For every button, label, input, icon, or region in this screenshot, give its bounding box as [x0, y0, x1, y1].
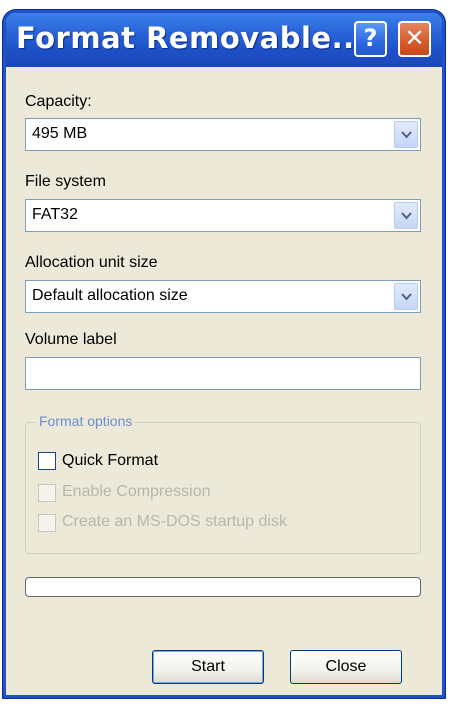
format-progress-bar: [25, 577, 421, 597]
volume-label-caption: Volume label: [25, 331, 117, 348]
capacity-label: Capacity:: [25, 93, 92, 110]
enable-compression-label: Enable Compression: [62, 483, 211, 500]
chevron-down-icon: [401, 131, 412, 139]
allocation-unit-label: Allocation unit size: [25, 254, 158, 271]
capacity-value: 495 MB: [32, 125, 88, 142]
start-button[interactable]: Start: [152, 650, 264, 684]
allocation-unit-value: Default allocation size: [32, 287, 188, 304]
help-button[interactable]: ?: [354, 21, 387, 57]
capacity-select[interactable]: 495 MB: [25, 118, 421, 151]
window-title: Format Removable...: [16, 21, 367, 55]
file-system-label: File system: [25, 173, 106, 190]
window-close-button[interactable]: ✕: [398, 21, 431, 57]
file-system-dropdown-button[interactable]: [394, 202, 418, 229]
capacity-dropdown-button[interactable]: [394, 121, 418, 148]
ms-dos-startup-disk-checkbox[interactable]: [38, 514, 56, 532]
help-icon: ?: [363, 24, 378, 52]
title-bar[interactable]: Format Removable... ? ✕: [6, 13, 442, 67]
quick-format-label[interactable]: Quick Format: [62, 452, 158, 470]
volume-label-input[interactable]: [25, 357, 421, 390]
allocation-unit-select[interactable]: Default allocation size: [25, 280, 421, 313]
close-icon: ✕: [404, 24, 425, 52]
close-button[interactable]: Close: [290, 650, 402, 684]
file-system-select[interactable]: FAT32: [25, 199, 421, 232]
file-system-value: FAT32: [32, 206, 78, 223]
allocation-unit-dropdown-button[interactable]: [394, 283, 418, 310]
format-options-title: Format options: [36, 413, 136, 429]
enable-compression-checkbox[interactable]: [38, 484, 56, 502]
chevron-down-icon: [401, 212, 412, 220]
format-options-group: Format options Quick Format Enable Compr…: [25, 413, 421, 554]
ms-dos-startup-disk-label: Create an MS-DOS startup disk: [62, 513, 287, 530]
quick-format-checkbox[interactable]: [38, 452, 56, 470]
chevron-down-icon: [401, 293, 412, 301]
